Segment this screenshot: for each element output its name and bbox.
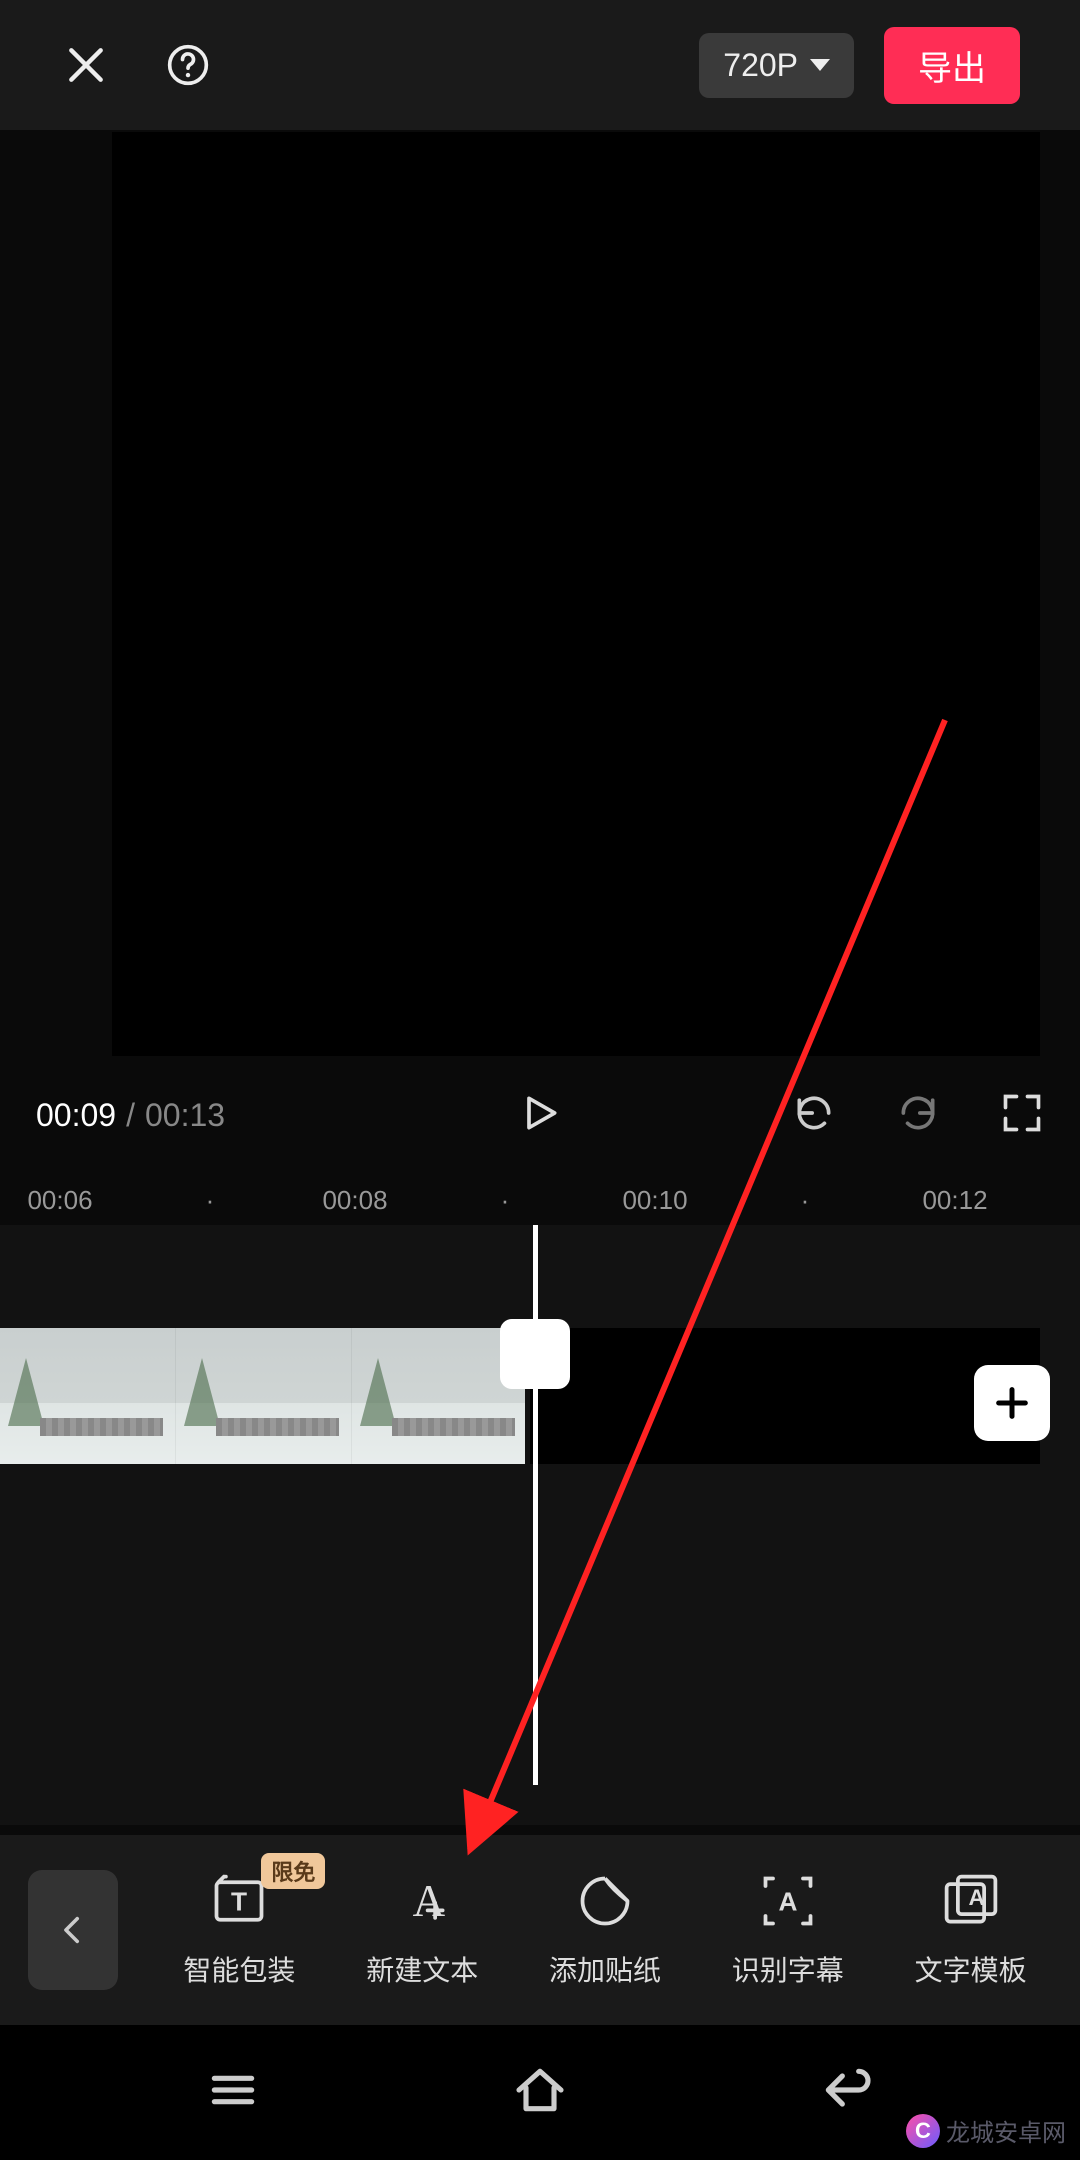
fullscreen-icon xyxy=(1000,1091,1044,1135)
ruler-tick: 00:08 xyxy=(322,1185,387,1216)
watermark-text: 龙城安卓网 xyxy=(946,2113,1066,2148)
resolution-label: 720P xyxy=(723,47,798,84)
help-button[interactable] xyxy=(162,39,214,91)
tool-smart-package[interactable]: 限免 T 智能包装 xyxy=(183,1871,295,1989)
tool-label: 识别字幕 xyxy=(732,1949,844,1989)
svg-text:T: T xyxy=(231,1886,247,1916)
top-bar: 720P 导出 xyxy=(0,0,1080,130)
ruler-dot: · xyxy=(501,1185,510,1216)
svg-text:A: A xyxy=(968,1885,984,1910)
close-button[interactable] xyxy=(60,39,112,91)
tool-new-text[interactable]: A 新建文本 xyxy=(366,1871,478,1989)
ruler-tick: 00:12 xyxy=(922,1185,987,1216)
playback-bar: 00:09 / 00:13 xyxy=(0,1075,1080,1155)
playhead-handle[interactable] xyxy=(500,1319,570,1389)
time-separator: / xyxy=(126,1097,135,1134)
add-clip-button[interactable] xyxy=(974,1365,1050,1441)
clip-thumbnail xyxy=(176,1328,352,1464)
export-button[interactable]: 导出 xyxy=(884,27,1020,104)
timeline-ruler[interactable]: 00:06 · 00:08 · 00:10 · 00:12 xyxy=(0,1175,1080,1225)
playhead-line[interactable] xyxy=(533,1225,538,1785)
clip-thumbnail xyxy=(0,1328,176,1464)
help-icon xyxy=(166,43,210,87)
ruler-tick: 00:10 xyxy=(622,1185,687,1216)
redo-button[interactable] xyxy=(896,1091,940,1140)
undo-button[interactable] xyxy=(792,1091,836,1140)
tool-label: 文字模板 xyxy=(915,1949,1027,1989)
nav-recent-button[interactable] xyxy=(205,2062,261,2123)
text-toolbar: 限免 T 智能包装 A 新建文本 添加贴纸 A 识别字幕 A 文字模板 xyxy=(0,1835,1080,2025)
text-add-icon: A xyxy=(392,1871,452,1931)
export-label: 导出 xyxy=(918,50,986,88)
watermark-logo-icon: C xyxy=(906,2114,940,2148)
chevron-left-icon xyxy=(56,1913,90,1947)
video-preview[interactable] xyxy=(112,132,1040,1056)
play-icon xyxy=(518,1091,562,1135)
back-icon xyxy=(819,2062,875,2118)
undo-icon xyxy=(792,1091,836,1135)
total-time: 00:13 xyxy=(145,1097,225,1134)
fullscreen-button[interactable] xyxy=(1000,1091,1044,1140)
resolution-dropdown[interactable]: 720P xyxy=(699,33,854,98)
home-icon xyxy=(512,2062,568,2118)
nav-back-button[interactable] xyxy=(819,2062,875,2123)
nav-home-button[interactable] xyxy=(512,2062,568,2123)
close-icon xyxy=(64,43,108,87)
free-badge: 限免 xyxy=(261,1853,325,1889)
svg-text:A: A xyxy=(413,1876,446,1926)
chevron-down-icon xyxy=(810,59,830,71)
video-clip[interactable] xyxy=(0,1328,525,1464)
toolbar-back-button[interactable] xyxy=(28,1870,118,1990)
tool-add-sticker[interactable]: 添加贴纸 xyxy=(549,1871,661,1989)
template-icon: T xyxy=(209,1871,269,1931)
tool-text-template[interactable]: A 文字模板 xyxy=(915,1871,1027,1989)
ruler-dot: · xyxy=(801,1185,810,1216)
video-clip-dark[interactable] xyxy=(530,1328,1040,1464)
ruler-dot: · xyxy=(206,1185,215,1216)
tool-label: 智能包装 xyxy=(183,1949,295,1989)
redo-icon xyxy=(896,1091,940,1135)
menu-icon xyxy=(205,2062,261,2118)
tool-recognize-subtitles[interactable]: A 识别字幕 xyxy=(732,1871,844,1989)
tool-label: 新建文本 xyxy=(366,1949,478,1989)
ruler-tick: 00:06 xyxy=(27,1185,92,1216)
sticker-icon xyxy=(575,1871,635,1931)
current-time: 00:09 xyxy=(36,1097,116,1134)
watermark: C 龙城安卓网 xyxy=(906,2113,1066,2148)
play-button[interactable] xyxy=(518,1091,562,1140)
svg-text:A: A xyxy=(778,1886,797,1916)
tool-label: 添加贴纸 xyxy=(549,1949,661,1989)
plus-icon xyxy=(992,1383,1032,1423)
text-template-icon: A xyxy=(941,1871,1001,1931)
timeline-track-area[interactable] xyxy=(0,1225,1080,1825)
subtitle-scan-icon: A xyxy=(758,1871,818,1931)
